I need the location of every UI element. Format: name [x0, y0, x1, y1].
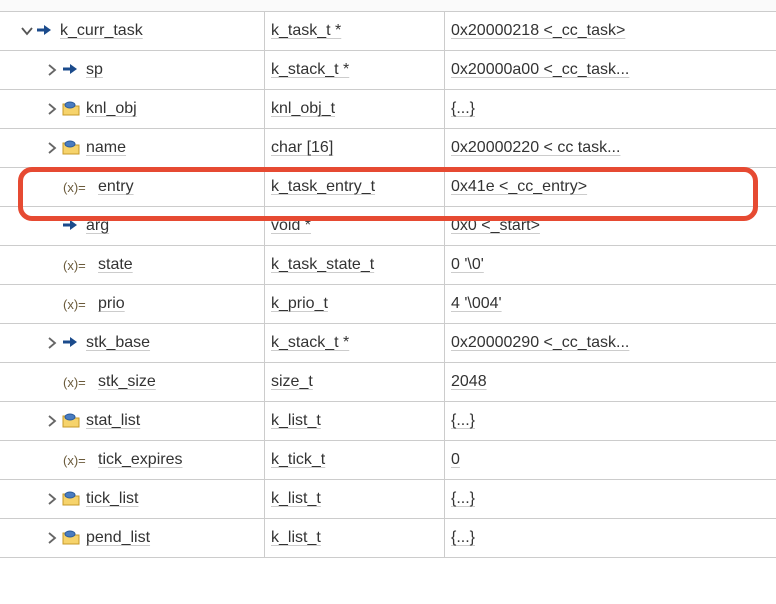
- chevron-right-icon[interactable]: [46, 141, 60, 155]
- variable-type: k_prio_t: [271, 295, 328, 313]
- variable-name: state: [98, 256, 133, 274]
- pointer-icon: [62, 61, 80, 79]
- variable-name: stk_base: [86, 334, 150, 352]
- chevron-right-icon[interactable]: [46, 414, 60, 428]
- chevron-right-icon[interactable]: [46, 336, 60, 350]
- chevron-right-icon[interactable]: [46, 63, 60, 77]
- variable-name: stat_list: [86, 412, 140, 430]
- chevron-right-icon[interactable]: [46, 531, 60, 545]
- variable-name: name: [86, 139, 126, 157]
- variable-name: entry: [98, 178, 134, 196]
- variable-type: k_task_t *: [271, 22, 341, 40]
- variable-name: pend_list: [86, 529, 150, 547]
- chevron-right-icon[interactable]: [46, 102, 60, 116]
- variable-icon: [62, 178, 92, 196]
- variable-type: void *: [271, 217, 311, 235]
- variable-value: {...}: [451, 100, 475, 118]
- chevron-down-icon[interactable]: [20, 24, 34, 38]
- variable-type: size_t: [271, 373, 313, 391]
- table-row[interactable]: tick_expires k_tick_t 0: [0, 441, 776, 480]
- expander-placeholder: [46, 219, 60, 233]
- table-row[interactable]: knl_obj knl_obj_t {...}: [0, 90, 776, 129]
- variable-type: k_stack_t *: [271, 61, 349, 79]
- table-row[interactable]: state k_task_state_t 0 '\0': [0, 246, 776, 285]
- table-row[interactable]: arg void * 0x0 <_start>: [0, 207, 776, 246]
- table-row[interactable]: k_curr_task k_task_t * 0x20000218 <_cc_tas…: [0, 12, 776, 51]
- variable-type: k_list_t: [271, 490, 321, 508]
- variable-type: k_task_state_t: [271, 256, 374, 274]
- variable-value: 0x20000220 < cc task...: [451, 139, 620, 157]
- variable-value: 0: [451, 451, 460, 469]
- variable-name: arg: [86, 217, 109, 235]
- struct-icon: [62, 490, 80, 508]
- variable-value: 0x20000218 <_cc_task>: [451, 22, 625, 40]
- variables-table: k_curr_task k_task_t * 0x20000218 <_cc_tas…: [0, 12, 776, 558]
- variable-name: tick_expires: [98, 451, 182, 469]
- pointer-icon: [62, 217, 80, 235]
- table-row[interactable]: tick_list k_list_t {...}: [0, 480, 776, 519]
- expander-placeholder: [46, 258, 60, 272]
- variable-value: 0x41e <_cc_entry>: [451, 178, 587, 196]
- table-row[interactable]: prio k_prio_t 4 '\004': [0, 285, 776, 324]
- variable-type: char [16]: [271, 139, 333, 157]
- variable-icon: [62, 373, 92, 391]
- variable-name: knl_obj: [86, 100, 137, 118]
- chevron-right-icon[interactable]: [46, 492, 60, 506]
- table-row[interactable]: stk_size size_t 2048: [0, 363, 776, 402]
- table-row[interactable]: entry k_task_entry_t 0x41e <_cc_entry>: [0, 168, 776, 207]
- variable-type: knl_obj_t: [271, 100, 335, 118]
- spacer: [0, 0, 776, 12]
- variable-type: k_list_t: [271, 412, 321, 430]
- expander-placeholder: [46, 375, 60, 389]
- struct-icon: [62, 529, 80, 547]
- variable-type: k_tick_t: [271, 451, 325, 469]
- table-row[interactable]: name char [16] 0x20000220 < cc task...: [0, 129, 776, 168]
- variable-name: tick_list: [86, 490, 138, 508]
- struct-icon: [62, 412, 80, 430]
- table-row[interactable]: stat_list k_list_t {...}: [0, 402, 776, 441]
- variable-value: {...}: [451, 490, 475, 508]
- table-row[interactable]: sp k_stack_t * 0x20000a00 <_cc_task...: [0, 51, 776, 90]
- variable-type: k_list_t: [271, 529, 321, 547]
- table-row[interactable]: stk_base k_stack_t * 0x20000290 <_cc_task.…: [0, 324, 776, 363]
- variable-name: stk_size: [98, 373, 156, 391]
- variable-name: k_curr_task: [60, 22, 143, 40]
- variable-type: k_task_entry_t: [271, 178, 375, 196]
- expander-placeholder: [46, 180, 60, 194]
- variable-icon: [62, 451, 92, 469]
- struct-icon: [62, 139, 80, 157]
- variable-value: 0x0 <_start>: [451, 217, 540, 235]
- variable-value: 0 '\0': [451, 256, 484, 274]
- variable-type: k_stack_t *: [271, 334, 349, 352]
- variable-value: {...}: [451, 412, 475, 430]
- expander-placeholder: [46, 297, 60, 311]
- variable-value: 4 '\004': [451, 295, 502, 313]
- variable-icon: [62, 295, 92, 313]
- variable-name: prio: [98, 295, 125, 313]
- variable-value: 0x20000a00 <_cc_task...: [451, 61, 629, 79]
- variable-name: sp: [86, 61, 103, 79]
- expander-placeholder: [46, 453, 60, 467]
- variable-value: 0x20000290 <_cc_task...: [451, 334, 629, 352]
- pointer-icon: [36, 22, 54, 40]
- struct-icon: [62, 100, 80, 118]
- variable-value: 2048: [451, 373, 487, 391]
- variable-value: {...}: [451, 529, 475, 547]
- table-row[interactable]: pend_list k_list_t {...}: [0, 519, 776, 558]
- variable-icon: [62, 256, 92, 274]
- pointer-icon: [62, 334, 80, 352]
